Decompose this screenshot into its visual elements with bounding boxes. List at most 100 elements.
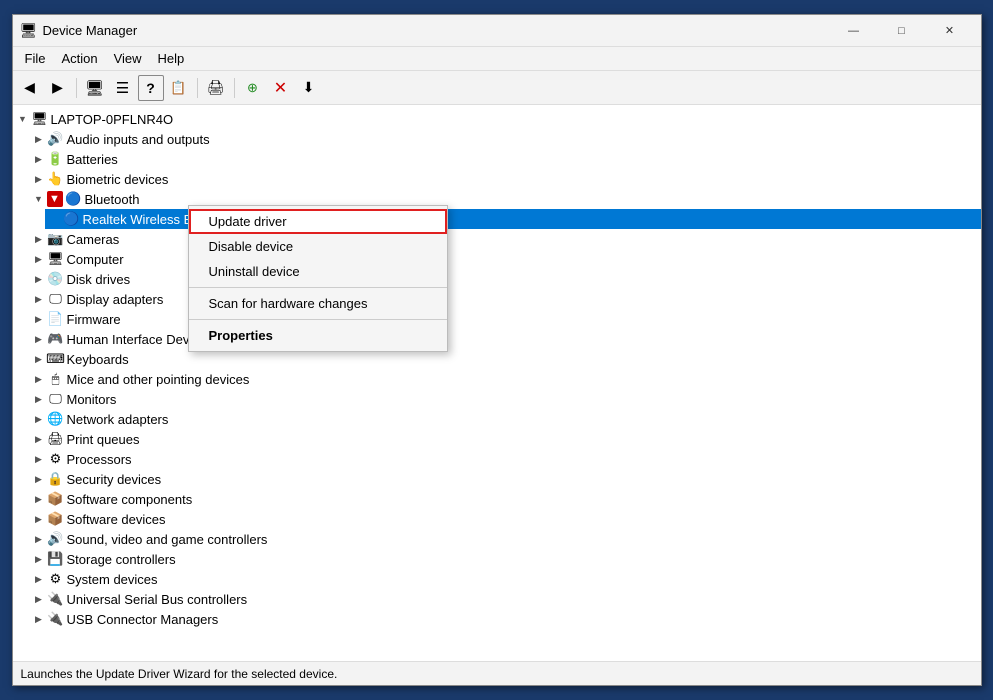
- root-chevron: ▼: [15, 111, 31, 127]
- tree-item-print[interactable]: ▶ 🖨 Print queues: [29, 429, 981, 449]
- audio-icon: 🔊: [47, 131, 65, 147]
- menu-view[interactable]: View: [106, 49, 150, 68]
- mice-icon: 🖱: [47, 371, 65, 387]
- mice-chevron: ▶: [31, 371, 47, 387]
- network-chevron: ▶: [31, 411, 47, 427]
- forward-button[interactable]: ▶: [45, 75, 71, 101]
- title-bar-buttons: — □ ✕: [831, 15, 973, 47]
- ctx-uninstall-device[interactable]: Uninstall device: [189, 259, 447, 284]
- usb-connector-label: USB Connector Managers: [67, 612, 219, 627]
- remove-button[interactable]: ✕: [268, 75, 294, 101]
- tree-item-storage[interactable]: ▶ 💾 Storage controllers: [29, 549, 981, 569]
- sound-chevron: ▶: [31, 531, 47, 547]
- batteries-icon: 🔋: [47, 151, 65, 167]
- toolbar-separator-3: [234, 78, 235, 98]
- ctx-properties[interactable]: Properties: [189, 323, 447, 348]
- realtek-icon: 🔵: [63, 211, 81, 227]
- tree-item-firmware[interactable]: ▶ 📄 Firmware: [29, 309, 981, 329]
- tree-item-mice[interactable]: ▶ 🖱 Mice and other pointing devices: [29, 369, 981, 389]
- system-icon: ⚙: [47, 571, 65, 587]
- tree-item-usb[interactable]: ▶ 🔌 Universal Serial Bus controllers: [29, 589, 981, 609]
- bluetooth-label: Bluetooth: [85, 192, 140, 207]
- tree-item-disk[interactable]: ▶ 💿 Disk drives: [29, 269, 981, 289]
- usb-chevron: ▶: [31, 591, 47, 607]
- list-button[interactable]: ☰: [110, 75, 136, 101]
- disk-icon: 💿: [47, 271, 65, 287]
- sw-components-chevron: ▶: [31, 491, 47, 507]
- close-button[interactable]: ✕: [927, 15, 973, 47]
- biometric-label: Biometric devices: [67, 172, 169, 187]
- maximize-button[interactable]: □: [879, 15, 925, 47]
- context-menu: Update driver Disable device Uninstall d…: [188, 205, 448, 352]
- back-button[interactable]: ◀: [17, 75, 43, 101]
- keyboards-chevron: ▶: [31, 351, 47, 367]
- disk-label: Disk drives: [67, 272, 131, 287]
- window-title: Device Manager: [43, 23, 138, 38]
- print-chevron: ▶: [31, 431, 47, 447]
- title-bar: 🖥 Device Manager — □ ✕: [13, 15, 981, 47]
- cameras-chevron: ▶: [31, 231, 47, 247]
- display-icon: 🖵: [47, 291, 65, 307]
- tree-item-batteries[interactable]: ▶ 🔋 Batteries: [29, 149, 981, 169]
- processors-chevron: ▶: [31, 451, 47, 467]
- biometric-chevron: ▶: [31, 171, 47, 187]
- tree-item-realtek[interactable]: 🔵 Realtek Wireless Bluetooth Adapter: [45, 209, 981, 229]
- menu-help[interactable]: Help: [150, 49, 193, 68]
- tree-item-processors[interactable]: ▶ ⚙ Processors: [29, 449, 981, 469]
- sw-devices-chevron: ▶: [31, 511, 47, 527]
- tree-item-bluetooth[interactable]: ▼ ▼ 🔵 Bluetooth: [29, 189, 981, 209]
- tree-item-biometric[interactable]: ▶ 👆 Biometric devices: [29, 169, 981, 189]
- tree-item-usb-connector[interactable]: ▶ 🔌 USB Connector Managers: [29, 609, 981, 629]
- content-area: ▼ 🖥 LAPTOP-0PFLNR4O ▶ 🔊 Audio inputs and…: [13, 105, 981, 661]
- tree-item-computer[interactable]: ▶ 🖥 Computer: [29, 249, 981, 269]
- tree-root[interactable]: ▼ 🖥 LAPTOP-0PFLNR4O: [13, 109, 981, 129]
- sw-devices-label: Software devices: [67, 512, 166, 527]
- bluetooth-badge: ▼: [47, 191, 63, 207]
- network-icon: 🌐: [47, 411, 65, 427]
- tree-item-sw-components[interactable]: ▶ 📦 Software components: [29, 489, 981, 509]
- root-icon: 🖥: [31, 111, 49, 127]
- tree-item-sound[interactable]: ▶ 🔊 Sound, video and game controllers: [29, 529, 981, 549]
- audio-chevron: ▶: [31, 131, 47, 147]
- help-properties-button[interactable]: ?: [138, 75, 164, 101]
- tree-item-network[interactable]: ▶ 🌐 Network adapters: [29, 409, 981, 429]
- display-label: Display adapters: [67, 292, 164, 307]
- print-button[interactable]: 🖨: [203, 75, 229, 101]
- tree-item-sw-devices[interactable]: ▶ 📦 Software devices: [29, 509, 981, 529]
- add-driver-button[interactable]: ⊕: [240, 75, 266, 101]
- tree-item-cameras[interactable]: ▶ 📷 Cameras: [29, 229, 981, 249]
- menu-file[interactable]: File: [17, 49, 54, 68]
- sound-icon: 🔊: [47, 531, 65, 547]
- bluetooth-chevron: ▼: [31, 191, 47, 207]
- ctx-disable-device[interactable]: Disable device: [189, 234, 447, 259]
- keyboards-icon: ⌨: [47, 351, 65, 367]
- tree-item-audio[interactable]: ▶ 🔊 Audio inputs and outputs: [29, 129, 981, 149]
- tree-item-display[interactable]: ▶ 🖵 Display adapters: [29, 289, 981, 309]
- cameras-label: Cameras: [67, 232, 120, 247]
- batteries-chevron: ▶: [31, 151, 47, 167]
- storage-chevron: ▶: [31, 551, 47, 567]
- device-tree[interactable]: ▼ 🖥 LAPTOP-0PFLNR4O ▶ 🔊 Audio inputs and…: [13, 105, 981, 661]
- resources-button[interactable]: 📋: [166, 75, 192, 101]
- firmware-label: Firmware: [67, 312, 121, 327]
- computer-button[interactable]: 🖥: [82, 75, 108, 101]
- ctx-separator-1: [189, 287, 447, 288]
- hid-chevron: ▶: [31, 331, 47, 347]
- tree-item-system[interactable]: ▶ ⚙ System devices: [29, 569, 981, 589]
- tree-item-monitors[interactable]: ▶ 🖵 Monitors: [29, 389, 981, 409]
- print-label: Print queues: [67, 432, 140, 447]
- biometric-icon: 👆: [47, 171, 65, 187]
- tree-item-keyboards[interactable]: ▶ ⌨ Keyboards: [29, 349, 981, 369]
- tree-item-security[interactable]: ▶ 🔒 Security devices: [29, 469, 981, 489]
- ctx-update-driver[interactable]: Update driver: [189, 209, 447, 234]
- monitors-label: Monitors: [67, 392, 117, 407]
- menu-action[interactable]: Action: [53, 49, 105, 68]
- ctx-scan-hardware[interactable]: Scan for hardware changes: [189, 291, 447, 316]
- tree-item-hid[interactable]: ▶ 🎮 Human Interface Devices: [29, 329, 981, 349]
- computer-label: Computer: [67, 252, 124, 267]
- minimize-button[interactable]: —: [831, 15, 877, 47]
- processors-label: Processors: [67, 452, 132, 467]
- root-label: LAPTOP-0PFLNR4O: [51, 112, 174, 127]
- keyboards-label: Keyboards: [67, 352, 129, 367]
- update-driver-button[interactable]: ⬇: [296, 75, 322, 101]
